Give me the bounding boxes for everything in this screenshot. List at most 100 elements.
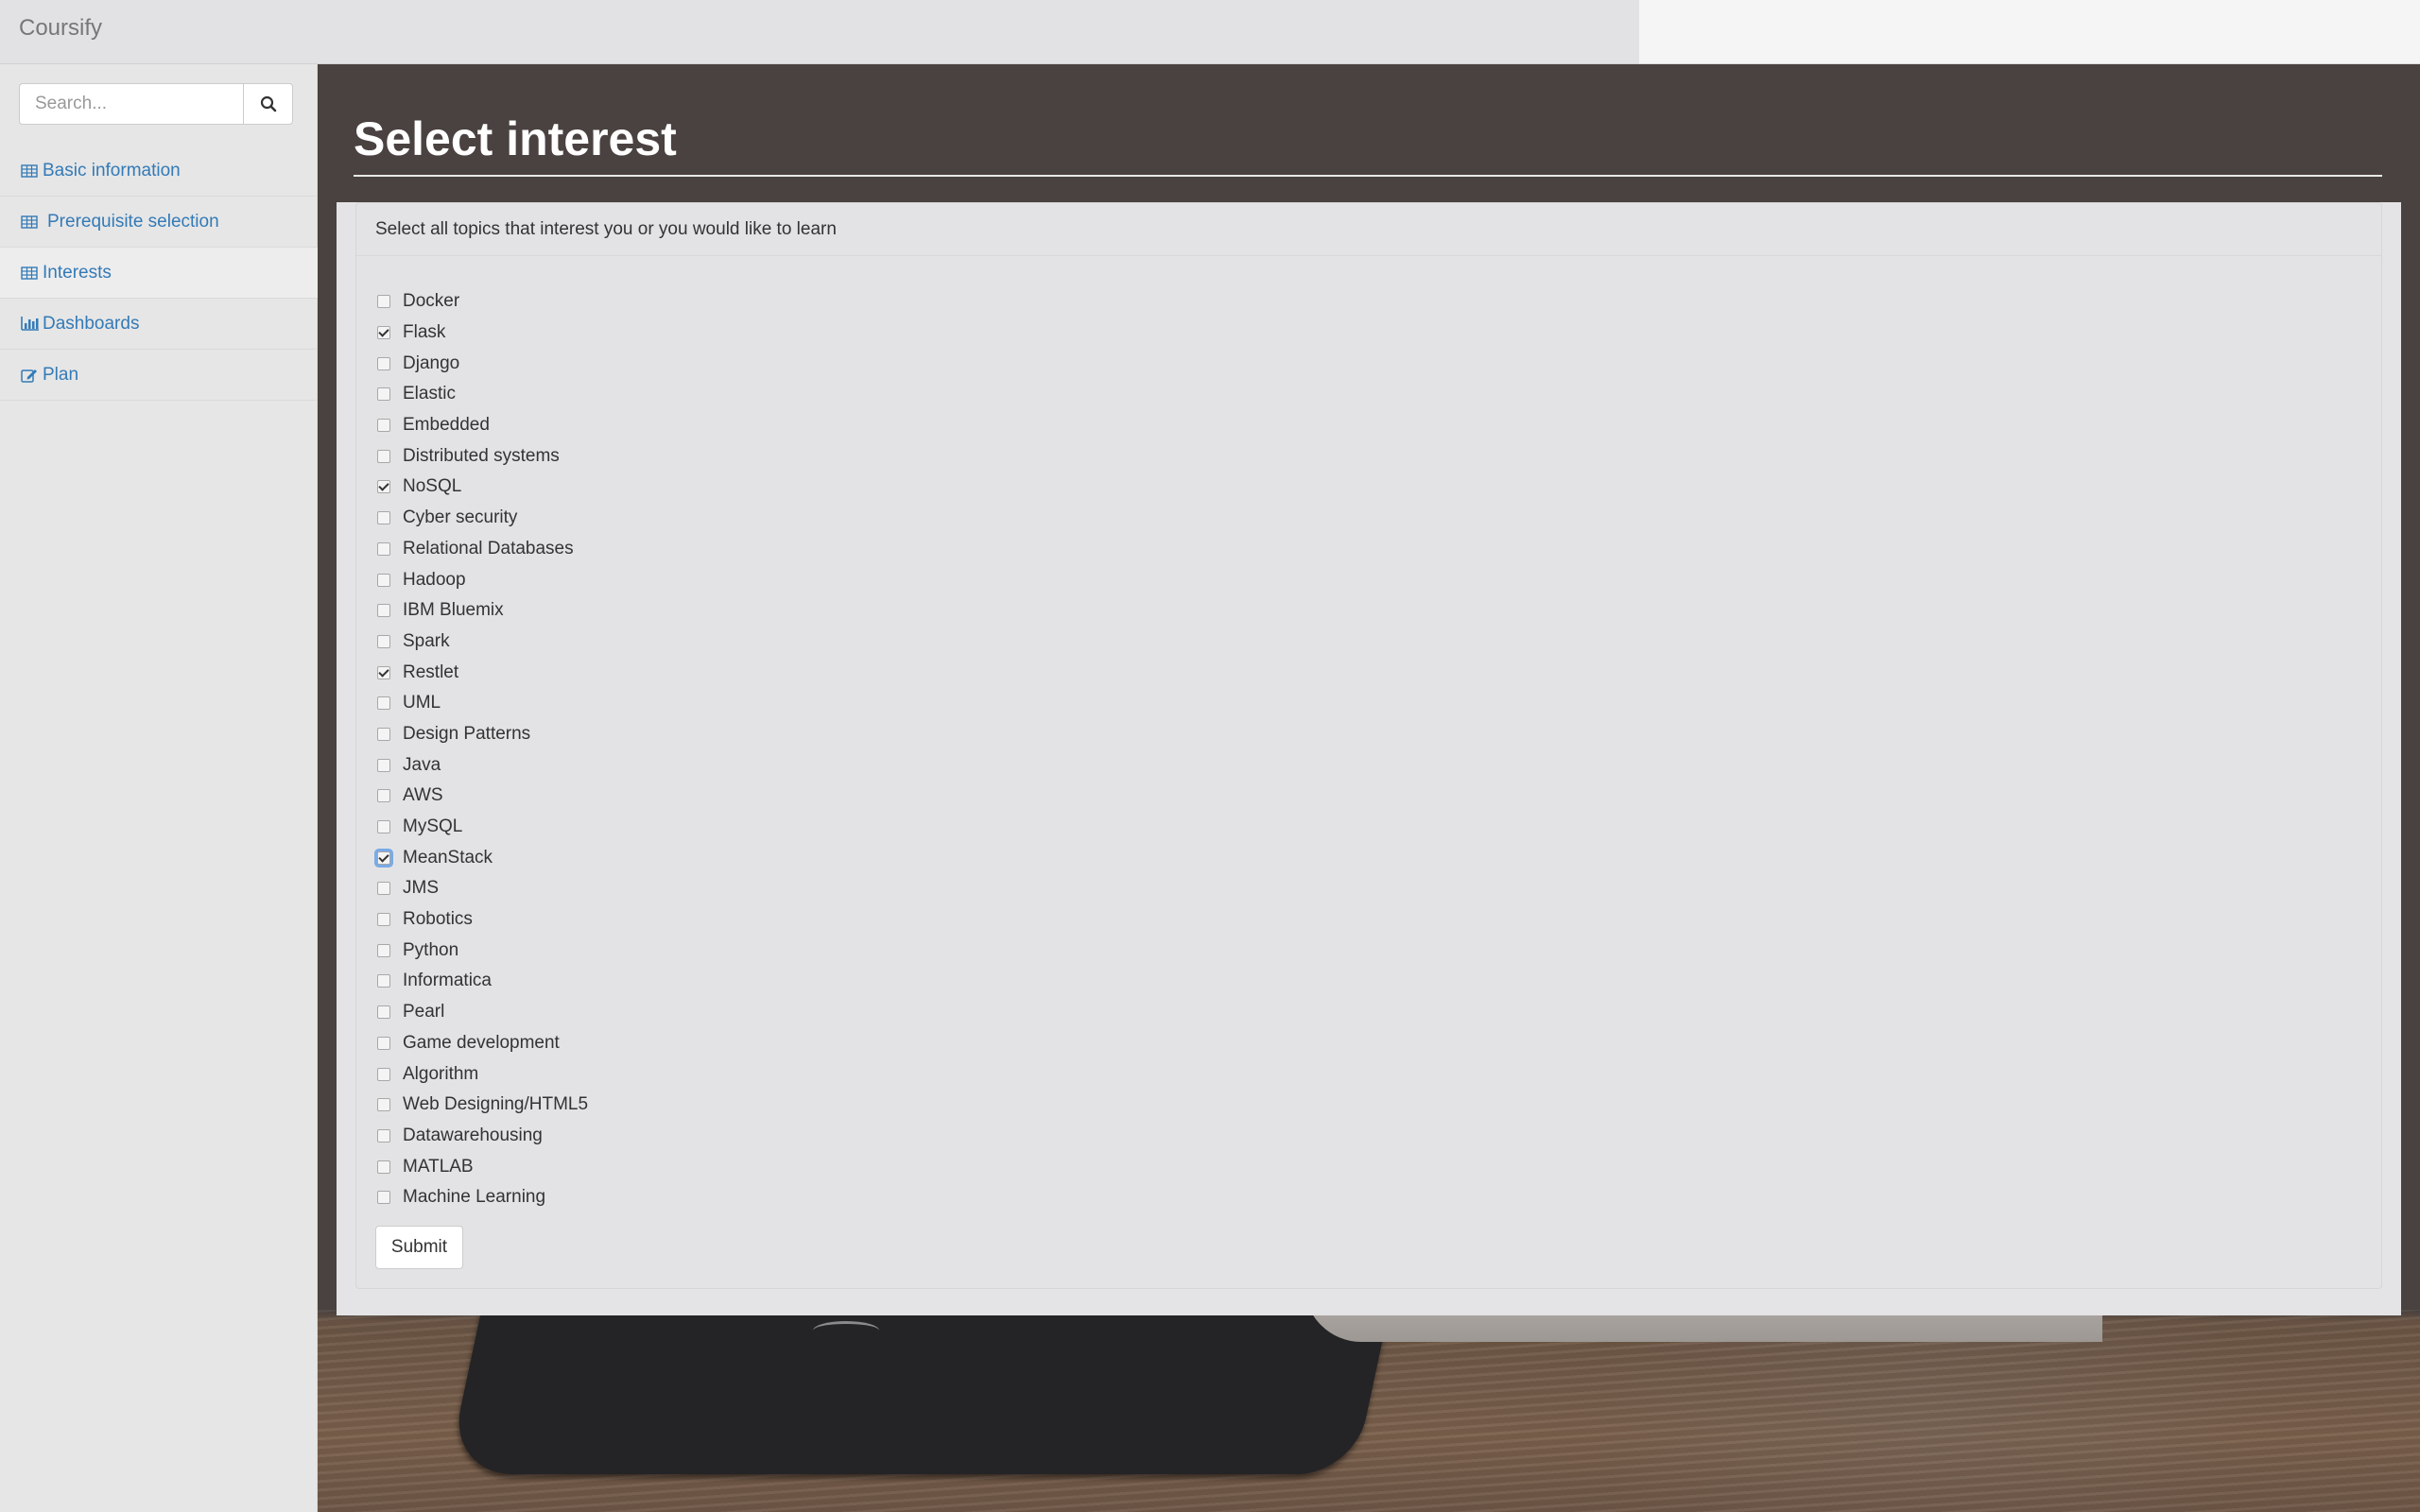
topic-label: Flask: [403, 322, 446, 343]
topic-option[interactable]: Datawarehousing: [375, 1121, 588, 1152]
topic-option[interactable]: Game development: [375, 1028, 588, 1059]
topic-label: Robotics: [403, 909, 473, 930]
navbar-right-area: [1639, 0, 2420, 64]
topic-label: Python: [403, 939, 459, 960]
sidebar-item-basic-information[interactable]: Basic information: [0, 146, 318, 197]
sidebar-item-plan[interactable]: Plan: [0, 350, 318, 401]
topic-option[interactable]: UML: [375, 688, 588, 719]
topic-checkbox[interactable]: [377, 1160, 390, 1174]
topic-label: Java: [403, 754, 441, 775]
topic-checkbox[interactable]: [377, 974, 390, 988]
sidebar: Basic information Prerequisite selection…: [0, 64, 318, 1512]
topic-label: Distributed systems: [403, 445, 560, 466]
topic-checkbox[interactable]: [377, 573, 390, 587]
topic-checkbox[interactable]: [377, 295, 390, 309]
topic-checkbox[interactable]: [377, 1036, 390, 1050]
topic-checkbox[interactable]: [377, 634, 390, 648]
topic-label: Web Designing/HTML5: [403, 1094, 589, 1115]
topic-option[interactable]: Hadoop: [375, 564, 588, 595]
topic-option[interactable]: Informatica: [375, 966, 588, 997]
topic-label: Hadoop: [403, 569, 466, 590]
topic-checkbox[interactable]: [377, 541, 390, 556]
topic-option[interactable]: AWS: [375, 781, 588, 812]
topic-label: Django: [403, 352, 460, 373]
search-button[interactable]: [243, 83, 293, 125]
topic-checkbox[interactable]: [377, 882, 390, 896]
topic-option[interactable]: Java: [375, 749, 588, 781]
table-icon: [21, 266, 40, 281]
topic-checkbox[interactable]: [377, 850, 390, 865]
sidebar-item-label: Plan: [43, 364, 79, 385]
sidebar-item-dashboards[interactable]: Dashboards: [0, 299, 318, 350]
topic-option[interactable]: Python: [375, 935, 588, 966]
topic-checkbox[interactable]: [377, 820, 390, 834]
topic-option[interactable]: Distributed systems: [375, 440, 588, 472]
topic-option[interactable]: Elastic: [375, 379, 588, 410]
topic-option[interactable]: Web Designing/HTML5: [375, 1090, 588, 1121]
topic-checkbox[interactable]: [377, 511, 390, 525]
topic-checkbox[interactable]: [377, 1005, 390, 1020]
topic-label: Embedded: [403, 415, 490, 436]
topic-checkbox[interactable]: [377, 758, 390, 772]
topic-checkbox[interactable]: [377, 480, 390, 494]
topic-option[interactable]: Embedded: [375, 410, 588, 441]
interests-panel: Select all topics that interest you or y…: [355, 202, 2382, 1289]
topic-option[interactable]: Restlet: [375, 657, 588, 688]
topic-checkbox[interactable]: [377, 943, 390, 957]
topic-option[interactable]: Spark: [375, 627, 588, 658]
bar-chart-icon: [21, 317, 40, 332]
topic-option[interactable]: Relational Databases: [375, 534, 588, 565]
brand-logo[interactable]: Coursify: [19, 15, 102, 42]
topic-label: MySQL: [403, 816, 463, 837]
topic-label: Docker: [403, 291, 460, 312]
topic-checkbox[interactable]: [377, 419, 390, 433]
topic-checkbox[interactable]: [377, 326, 390, 340]
topic-option[interactable]: JMS: [375, 873, 588, 904]
topic-option[interactable]: Design Patterns: [375, 719, 588, 750]
sidebar-item-label: Dashboards: [43, 313, 140, 334]
sidebar-item-label: Basic information: [43, 160, 181, 180]
sidebar-item-prerequisite-selection[interactable]: Prerequisite selection: [0, 197, 318, 248]
sidebar-item-label: Prerequisite selection: [47, 211, 219, 232]
topic-checkbox[interactable]: [377, 449, 390, 463]
top-navbar: Coursify: [0, 0, 1639, 64]
topic-option[interactable]: Robotics: [375, 904, 588, 936]
topic-checkbox[interactable]: [377, 1128, 390, 1143]
table-icon: [21, 163, 40, 179]
topic-option[interactable]: Django: [375, 348, 588, 379]
topic-label: Game development: [403, 1032, 560, 1053]
topic-option[interactable]: MeanStack: [375, 842, 588, 873]
sidebar-item-label: Interests: [43, 262, 112, 283]
topic-checkbox[interactable]: [377, 665, 390, 679]
topic-option[interactable]: Machine Learning: [375, 1182, 588, 1213]
topic-label: JMS: [403, 878, 439, 899]
topic-option[interactable]: Pearl: [375, 997, 588, 1028]
sidebar-item-interests[interactable]: Interests: [0, 248, 318, 299]
topic-option[interactable]: MATLAB: [375, 1151, 588, 1182]
topic-checkbox[interactable]: [377, 356, 390, 370]
topic-checkbox[interactable]: [377, 1067, 390, 1081]
topic-checkbox[interactable]: [377, 1191, 390, 1205]
topic-option[interactable]: NoSQL: [375, 472, 588, 503]
topic-checkbox[interactable]: [377, 727, 390, 741]
topic-label: NoSQL: [403, 476, 462, 497]
submit-button[interactable]: Submit: [375, 1226, 463, 1269]
topic-checkbox[interactable]: [377, 387, 390, 402]
topic-checkbox[interactable]: [377, 1098, 390, 1112]
topic-option[interactable]: MySQL: [375, 812, 588, 843]
topic-checkbox[interactable]: [377, 604, 390, 618]
search-input[interactable]: [19, 83, 243, 125]
topic-option[interactable]: Flask: [375, 318, 588, 349]
topic-checkbox[interactable]: [377, 913, 390, 927]
topic-checkbox[interactable]: [377, 696, 390, 711]
topic-label: Algorithm: [403, 1063, 479, 1084]
topic-option[interactable]: Cyber security: [375, 503, 588, 534]
topic-option[interactable]: Algorithm: [375, 1058, 588, 1090]
topic-option[interactable]: Docker: [375, 286, 588, 318]
topic-checkbox[interactable]: [377, 789, 390, 803]
topic-label: Design Patterns: [403, 723, 531, 744]
topic-label: AWS: [403, 785, 443, 806]
topic-option[interactable]: IBM Bluemix: [375, 595, 588, 627]
search-icon: [260, 95, 276, 112]
sidebar-nav: Basic information Prerequisite selection…: [0, 146, 318, 401]
